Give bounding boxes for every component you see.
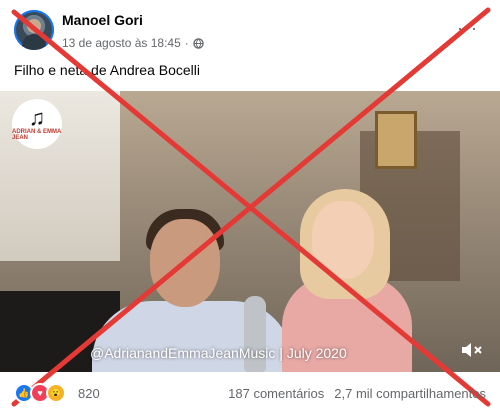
author-name[interactable]: Manoel Gori <box>62 12 143 28</box>
post-meta: 13 de agosto às 18:45 · <box>62 36 204 50</box>
wow-icon: 😮 <box>46 383 66 403</box>
shares-count[interactable]: 2,7 mil compartilhamentos <box>334 386 486 401</box>
music-note-icon: ♫ <box>28 105 46 130</box>
engagement-stats: 187 comentários 2,7 mil compartilhamento… <box>228 386 486 401</box>
reaction-count[interactable]: 820 <box>78 386 100 401</box>
channel-logo-text: ADRIAN & EMMA JEAN <box>12 129 62 141</box>
video-watermark: @AdrianandEmmaJeanMusic | July 2020 <box>90 345 347 361</box>
meta-dot: · <box>184 36 189 50</box>
post-timestamp[interactable]: 13 de agosto às 18:45 <box>62 36 181 50</box>
post-caption: Filho e neta de Andrea Bocelli <box>14 62 201 78</box>
more-options-button[interactable]: ··· <box>457 18 478 39</box>
mute-icon[interactable] <box>460 341 484 359</box>
reaction-icons[interactable]: 👍 ♥ 😮 <box>14 383 66 403</box>
video-girl-head <box>312 201 374 279</box>
comments-count[interactable]: 187 comentários <box>228 386 324 401</box>
video-picture-frame <box>375 111 417 169</box>
avatar-head <box>27 19 41 33</box>
avatar-torso <box>22 34 46 50</box>
globe-icon <box>193 37 204 49</box>
video-man-head <box>150 219 220 307</box>
post-stats: 👍 ♥ 😮 820 187 comentários 2,7 mil compar… <box>14 383 486 403</box>
channel-logo: ♫ ADRIAN & EMMA JEAN <box>12 99 62 149</box>
video-player[interactable]: ♫ ADRIAN & EMMA JEAN @AdrianandEmmaJeanM… <box>0 91 500 372</box>
author-avatar[interactable] <box>14 10 54 50</box>
facebook-post: Manoel Gori 13 de agosto às 18:45 · ··· … <box>0 0 500 412</box>
